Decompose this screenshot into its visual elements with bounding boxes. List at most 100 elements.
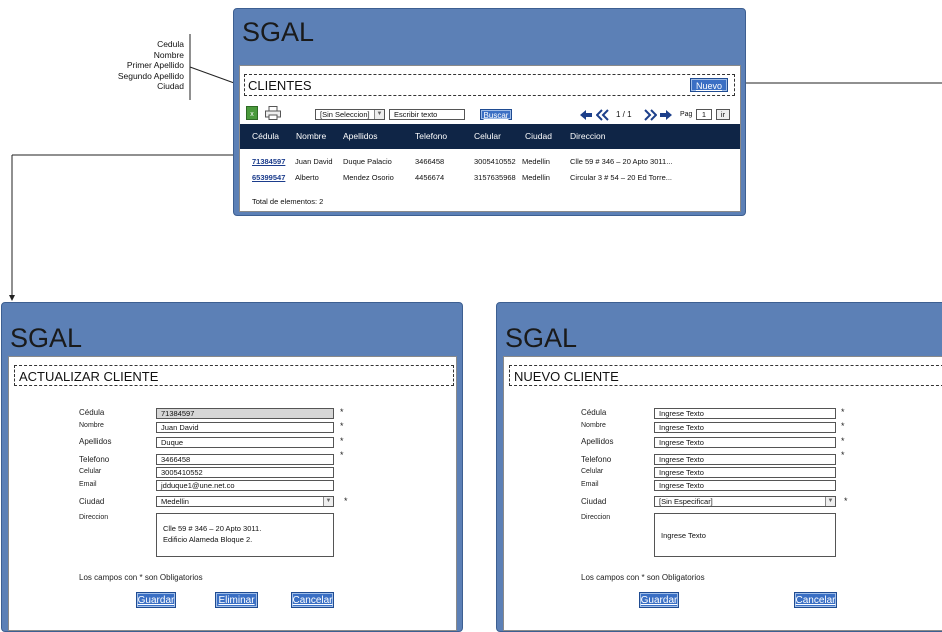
column-header-celular[interactable]: Celular <box>474 124 501 149</box>
annotation-field-list: Cedula Nombre Primer Apellido Segundo Ap… <box>90 39 184 92</box>
label-cedula: Cédula <box>581 408 607 417</box>
cell-apellidos: Mendez Osorio <box>343 173 394 182</box>
excel-icon[interactable]: x <box>246 106 258 120</box>
cedula-field[interactable]: Ingrese Texto <box>654 408 836 419</box>
chevron-down-icon: ▼ <box>825 497 835 506</box>
column-header-cedula[interactable]: Cédula <box>252 124 279 149</box>
label-apellidos: Apellidos <box>79 437 112 446</box>
cell-celular: 3157635968 <box>474 173 516 182</box>
page-info: 1 / 1 <box>616 110 632 119</box>
label-email: Email <box>79 481 97 488</box>
telefono-field[interactable]: 3466458 <box>156 454 334 465</box>
required-mark: * <box>841 407 845 417</box>
label-nombre: Nombre <box>581 422 606 429</box>
cell-telefono: 3466458 <box>415 157 445 166</box>
email-field[interactable]: Ingrese Texto <box>654 480 836 491</box>
email-field[interactable]: jdduque1@une.net.co <box>156 480 334 491</box>
required-note: Los campos con * son Obligatorios <box>581 573 705 582</box>
chevron-down-icon: ▼ <box>374 110 384 119</box>
search-input-text: Escribir texto <box>394 110 438 119</box>
label-ciudad: Ciudad <box>79 497 105 506</box>
required-mark: * <box>340 436 344 446</box>
clientes-window: SGAL CLIENTES Nuevo x [Sin Seleccion] ▼ … <box>233 8 746 216</box>
page-input[interactable]: 1 <box>696 109 712 120</box>
cell-nombre: Alberto <box>295 173 319 182</box>
direccion-textarea[interactable]: Ingrese Texto <box>654 513 836 557</box>
printer-icon[interactable] <box>265 106 281 120</box>
section-title: CLIENTES <box>248 78 312 93</box>
direccion-placeholder: Ingrese Texto <box>661 531 706 540</box>
guardar-button[interactable]: Guardar <box>639 592 679 608</box>
cell-apellidos: Duque Palacio <box>343 157 392 166</box>
required-mark: * <box>841 436 845 446</box>
label-apellidos: Apellidos <box>581 437 614 446</box>
app-title: SGAL <box>10 323 83 353</box>
required-mark: * <box>340 421 344 431</box>
cedula-field: 71384597 <box>156 408 334 419</box>
cell-celular: 3005410552 <box>474 157 516 166</box>
required-mark: * <box>841 421 845 431</box>
required-mark: * <box>841 450 845 460</box>
nombre-field[interactable]: Ingrese Texto <box>654 422 836 433</box>
chevron-down-icon: ▼ <box>323 497 333 506</box>
apellidos-field[interactable]: Ingrese Texto <box>654 437 836 448</box>
cell-telefono: 4456674 <box>415 173 445 182</box>
label-direccion: Direccion <box>581 514 611 521</box>
column-header-apellidos[interactable]: Apellidos <box>343 124 378 149</box>
column-header-nombre[interactable]: Nombre <box>296 124 326 149</box>
required-mark: * <box>340 407 344 417</box>
label-cedula: Cédula <box>79 408 105 417</box>
label-celular: Celular <box>581 468 604 475</box>
nuevo-button[interactable]: Nuevo <box>690 78 728 92</box>
pag-label: Pag <box>680 111 693 118</box>
double-right-icon[interactable] <box>643 108 658 121</box>
celular-field[interactable]: 3005410552 <box>156 467 334 478</box>
cancelar-button[interactable]: Cancelar <box>794 592 837 608</box>
label-celular: Celular <box>79 468 102 475</box>
arrow-left-icon[interactable] <box>580 108 592 120</box>
label-ciudad: Ciudad <box>581 497 607 506</box>
label-telefono: Telefono <box>581 455 612 464</box>
ciudad-select[interactable]: Medellin ▼ <box>156 496 334 507</box>
label-telefono: Telefono <box>79 455 110 464</box>
annotation-item: Cedula <box>157 39 184 49</box>
column-header-ciudad[interactable]: Ciudad <box>525 124 552 149</box>
ciudad-select-value: Medellin <box>161 497 189 506</box>
search-input[interactable]: Escribir texto <box>389 109 465 120</box>
required-note: Los campos con * son Obligatorios <box>79 573 203 582</box>
required-mark: * <box>844 496 848 506</box>
table-header: Cédula Nombre Apellidos Telefono Celular… <box>240 124 740 149</box>
cell-direccion: Circular 3 # 54 – 20 Ed Torre... <box>570 173 672 182</box>
ciudad-select[interactable]: [Sin Especificar] ▼ <box>654 496 836 507</box>
cancelar-button[interactable]: Cancelar <box>291 592 334 608</box>
column-header-telefono[interactable]: Telefono <box>415 124 447 149</box>
guardar-button[interactable]: Guardar <box>136 592 176 608</box>
ir-button[interactable]: ir <box>716 109 730 120</box>
telefono-field[interactable]: Ingrese Texto <box>654 454 836 465</box>
svg-text:x: x <box>250 111 254 118</box>
eliminar-button[interactable]: Eliminar <box>215 592 258 608</box>
table-row: 65399547 Alberto Mendez Osorio 4456674 3… <box>240 173 740 185</box>
filter-select[interactable]: [Sin Seleccion] ▼ <box>315 109 385 120</box>
buscar-button[interactable]: Buscar <box>480 109 512 120</box>
cedula-link[interactable]: 71384597 <box>252 157 285 166</box>
required-mark: * <box>344 496 348 506</box>
table-row: 71384597 Juan David Duque Palacio 346645… <box>240 157 740 169</box>
label-nombre: Nombre <box>79 422 104 429</box>
clientes-content: CLIENTES Nuevo x [Sin Seleccion] ▼ Escri… <box>239 65 741 212</box>
section-title: NUEVO CLIENTE <box>514 369 619 384</box>
column-header-direccion[interactable]: Direccion <box>570 124 605 149</box>
celular-field[interactable]: Ingrese Texto <box>654 467 836 478</box>
cedula-link[interactable]: 65399547 <box>252 173 285 182</box>
arrow-right-icon[interactable] <box>660 108 672 120</box>
double-left-icon[interactable] <box>595 108 610 121</box>
nombre-field[interactable]: Juan David <box>156 422 334 433</box>
label-email: Email <box>581 481 599 488</box>
required-mark: * <box>340 450 344 460</box>
apellidos-field[interactable]: Duque <box>156 437 334 448</box>
annotation-item: Nombre <box>153 49 184 60</box>
actualizar-window: SGAL ACTUALIZAR CLIENTE Cédula 71384597 … <box>1 302 463 632</box>
nuevo-window: SGAL NUEVO CLIENTE Cédula Ingrese Texto … <box>496 302 942 632</box>
direccion-textarea[interactable]: Clle 59 # 346 – 20 Apto 3011. Edificio A… <box>156 513 334 557</box>
ciudad-select-value: [Sin Especificar] <box>659 497 713 506</box>
